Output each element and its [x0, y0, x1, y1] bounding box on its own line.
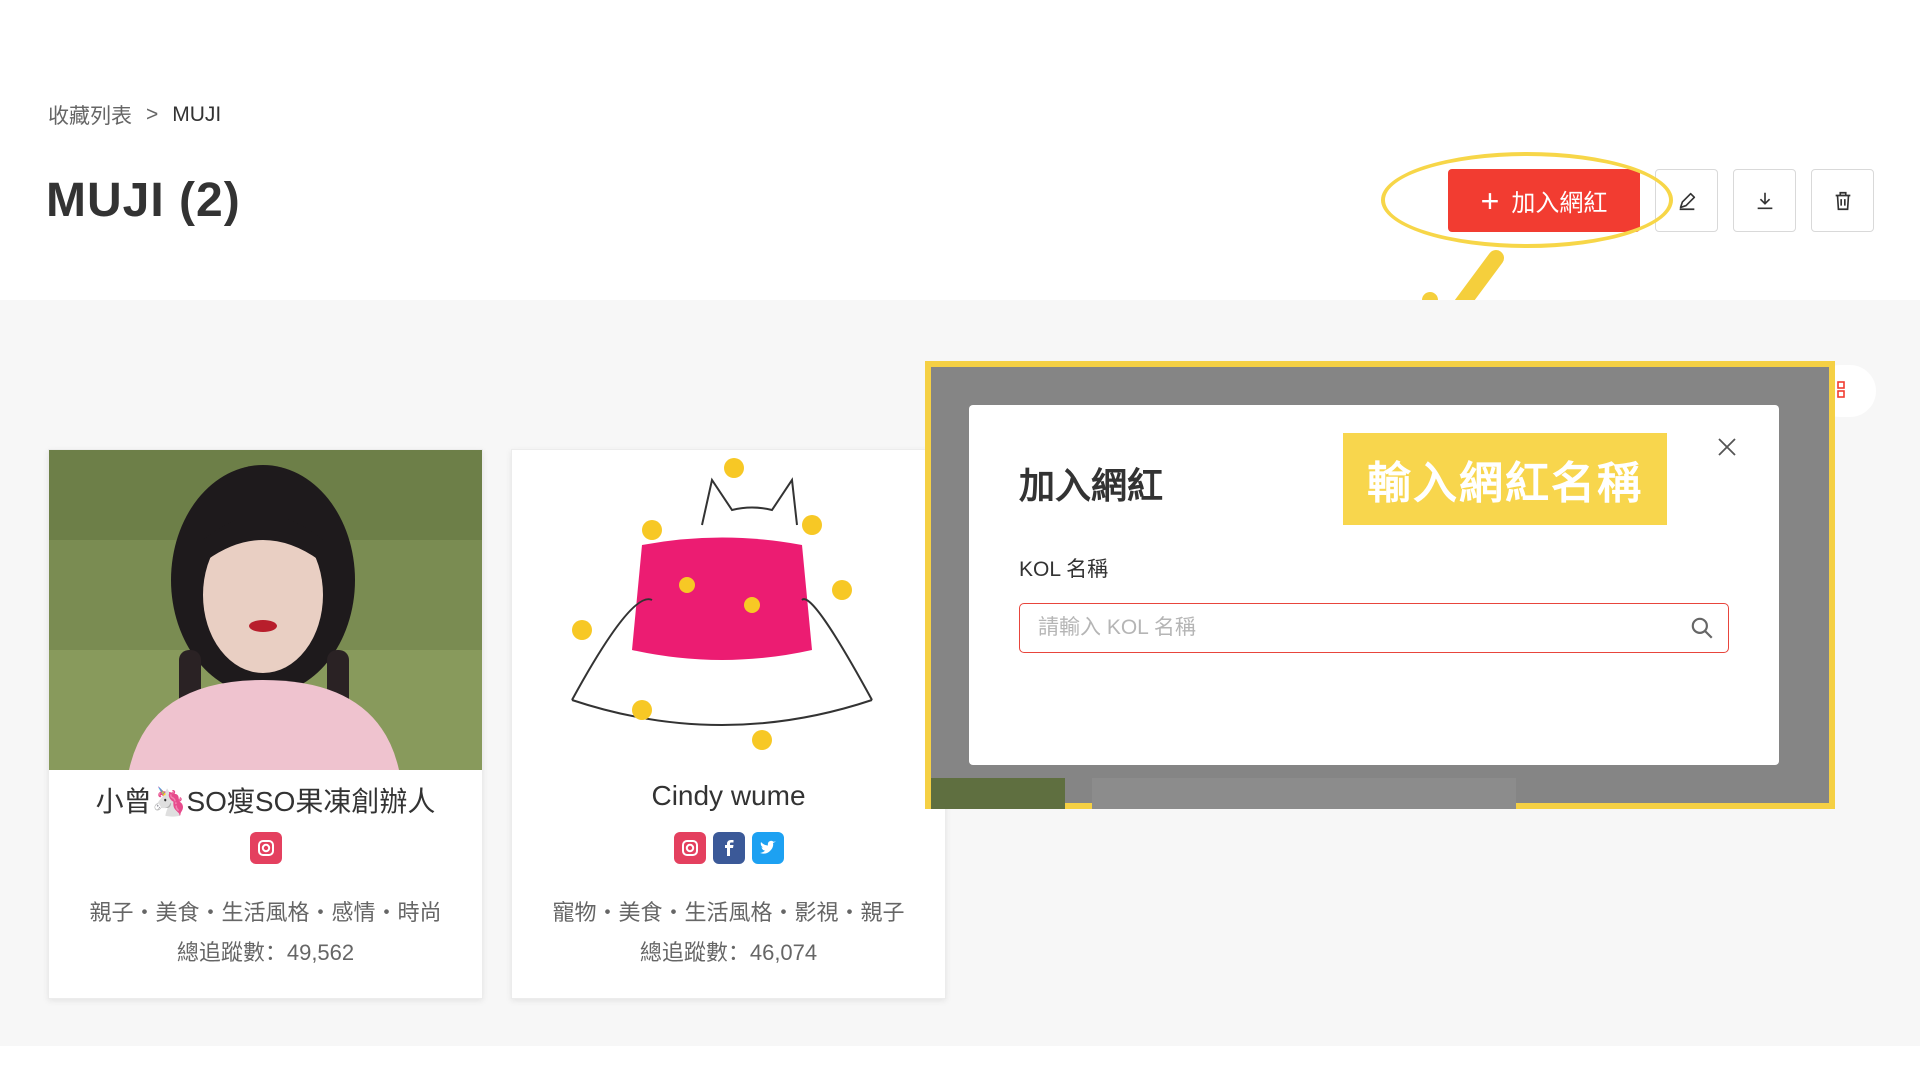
pen-icon: [1679, 192, 1695, 210]
trash-icon: [1835, 191, 1850, 210]
breadcrumb-root[interactable]: 收藏列表: [48, 100, 132, 130]
facebook-icon[interactable]: [712, 832, 745, 864]
kol-tags: 親子・美食・生活風格・感情・時尚: [89, 900, 442, 925]
search-icon[interactable]: [1689, 615, 1715, 641]
background-card-image: [931, 778, 1065, 809]
kol-followers: 總追蹤數：49,562: [176, 940, 355, 965]
kol-avatar: [512, 450, 945, 770]
social-links: [512, 832, 945, 864]
background-card-image: [1092, 778, 1516, 809]
instagram-icon[interactable]: [673, 832, 706, 864]
page-title: MUJI (2): [46, 174, 241, 227]
kol-name: 小曾🦄SO瘦SO果凍創辦人: [95, 786, 436, 817]
kol-followers: 總追蹤數：46,074: [639, 940, 818, 965]
close-icon[interactable]: [1715, 435, 1739, 459]
modal-title: 加入網紅: [1019, 465, 1164, 506]
breadcrumb-separator: >: [146, 103, 159, 126]
breadcrumb: 收藏列表 > MUJI: [48, 100, 221, 130]
social-links: [49, 832, 482, 864]
kol-tags: 寵物・美食・生活風格・影視・親子: [552, 900, 905, 925]
download-icon: [1757, 192, 1772, 209]
delete-button[interactable]: [1811, 169, 1874, 232]
kol-name: Cindy wume: [651, 780, 806, 811]
kol-avatar: [49, 450, 482, 770]
instagram-icon[interactable]: [249, 832, 282, 864]
breadcrumb-current: MUJI: [172, 103, 222, 126]
twitter-icon[interactable]: [751, 832, 784, 864]
modal-highlight-frame: 加入網紅 KOL 名稱: [925, 361, 1835, 809]
page-header: 收藏列表 > MUJI MUJI (2) + 加入網紅: [0, 0, 1920, 300]
annotation-callout: 輸入網紅名稱: [1343, 433, 1667, 525]
kol-name-input[interactable]: [1019, 603, 1729, 653]
kol-name-label: KOL 名稱: [1019, 558, 1109, 581]
highlight-ellipse: [1381, 152, 1673, 248]
download-button[interactable]: [1733, 169, 1796, 232]
grid-icon: [1837, 381, 1845, 398]
